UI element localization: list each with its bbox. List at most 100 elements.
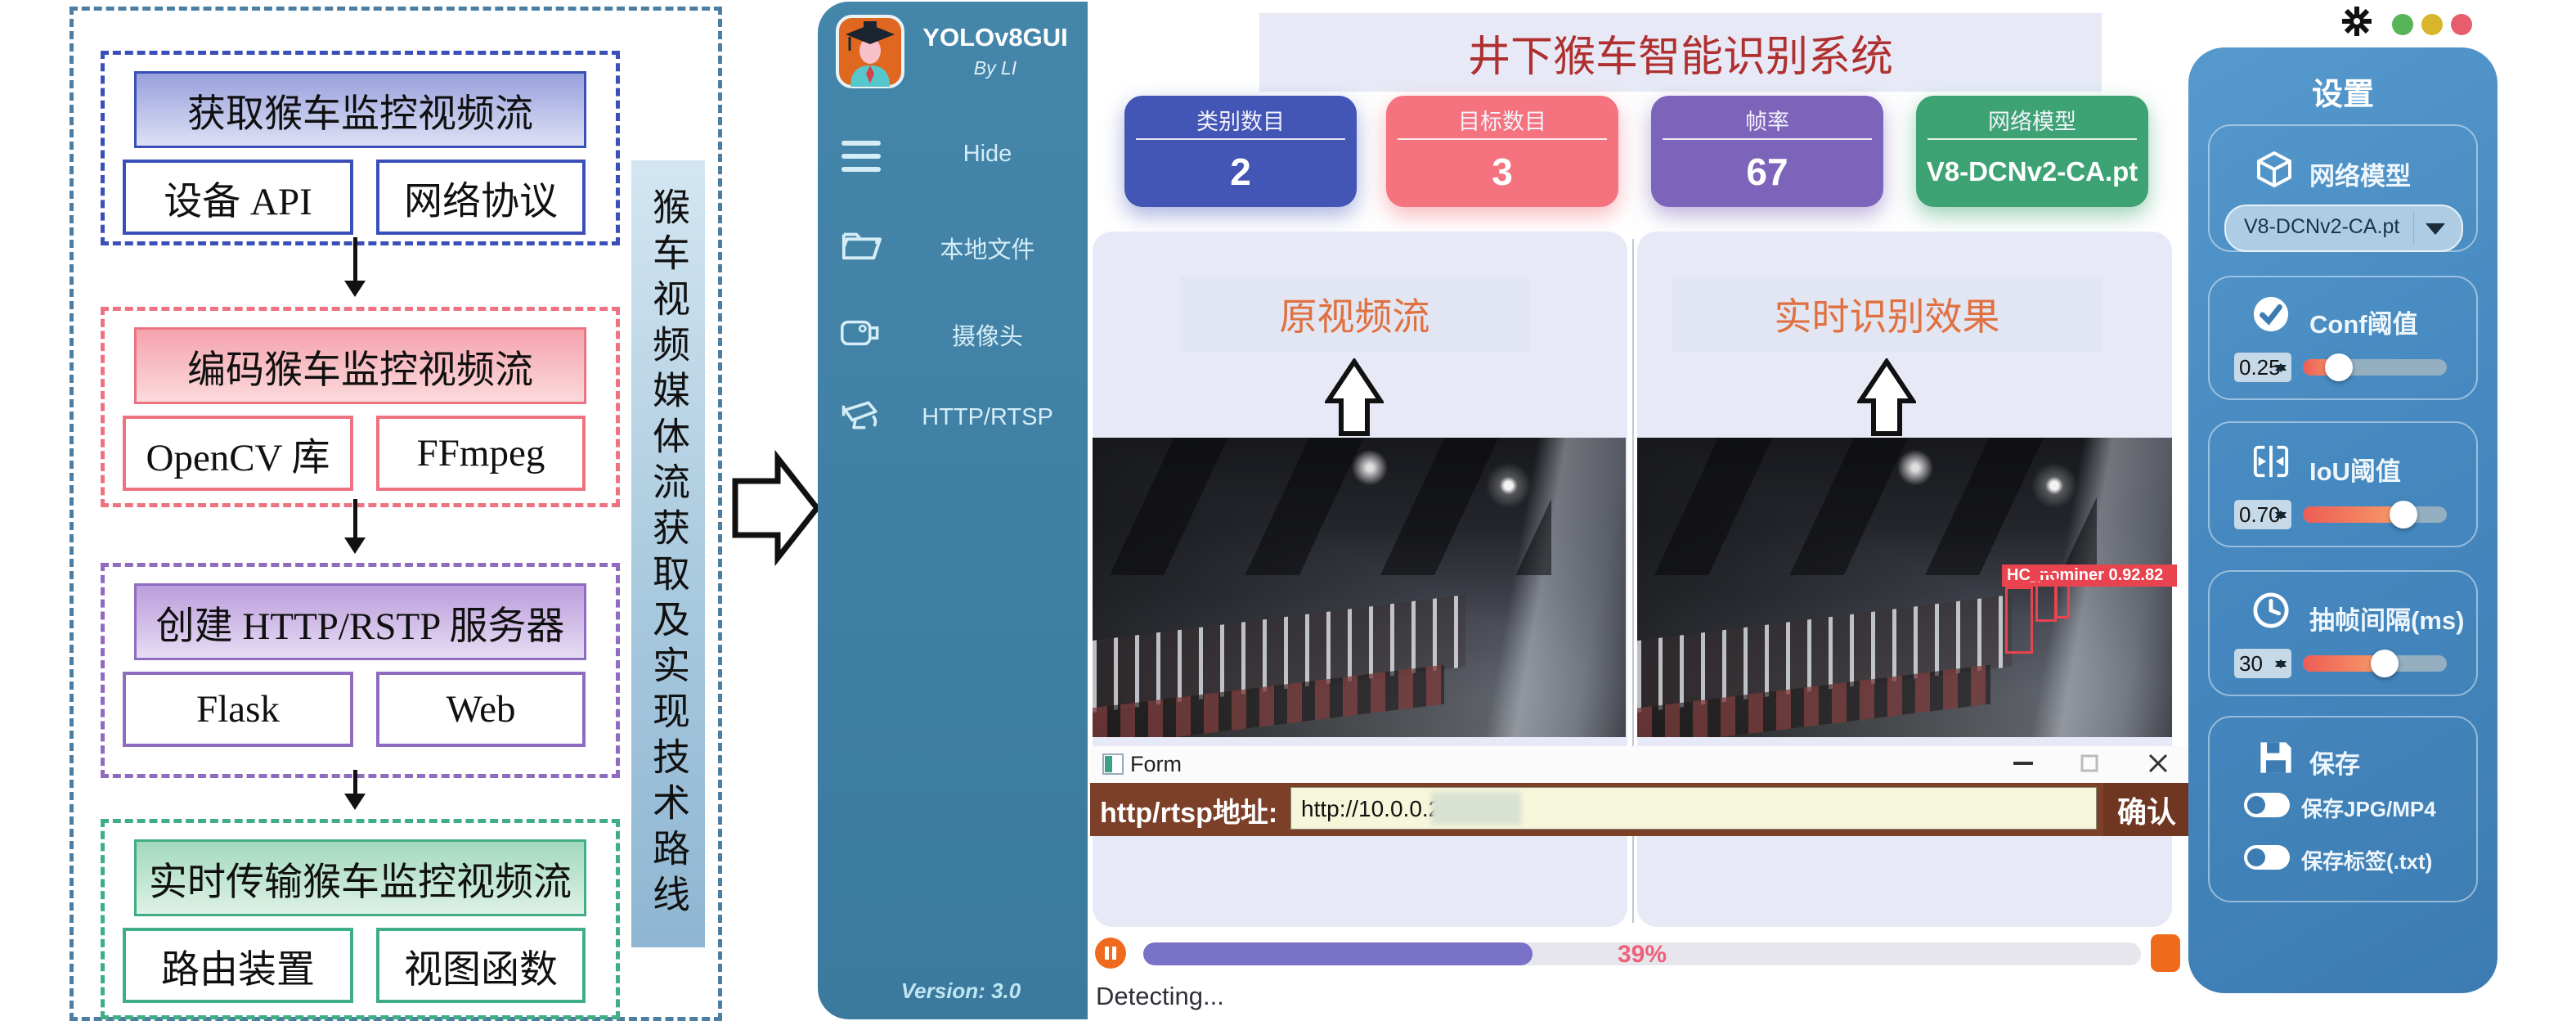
stat-card-targets: 目标数目 3 [1386,96,1618,207]
close-icon[interactable] [2147,753,2169,774]
toggle-knob [2247,848,2265,866]
save-icon [2257,739,2295,776]
screenshot: 猴车视频媒体流获取及实现技术路线 获取猴车监控视频流 设备 API 网络协议 编… [0,0,2576,1021]
stat-value: V8-DCNv2-CA.pt [1916,156,2148,187]
flowchart-item: FFmpeg [376,416,586,491]
stat-label: 网络模型 [1916,104,2148,136]
interval-slider[interactable] [2303,655,2447,672]
maximize-icon[interactable] [2080,754,2098,772]
confirm-button[interactable]: 确认 [2103,783,2190,836]
spin-down-icon[interactable] [2275,661,2287,674]
save-labels-label: 保存标签(.txt) [2301,845,2432,875]
stat-value: 3 [1386,150,1618,194]
stat-card-classes: 类别数目 2 [1124,96,1357,207]
stat-divider [1398,138,1607,140]
minimize-icon[interactable] [2012,759,2035,767]
settings-group-interval: 抽帧间隔(ms) 30 [2208,570,2478,696]
interval-label: 抽帧间隔(ms) [2309,600,2464,636]
settings-group-conf: Conf阈值 0.25 [2208,276,2478,400]
dropdown-separator [2413,211,2414,245]
save-labels-toggle[interactable] [2244,845,2290,870]
flowchart-group-title: 获取猴车监控视频流 [134,71,586,148]
flowchart-item: 视图函数 [376,928,586,1003]
settings-group-save: 保存 保存JPG/MP4 保存标签(.txt) [2208,716,2478,902]
status-text: Detecting... [1096,982,1224,1011]
flowchart-side-label: 猴车视频媒体流获取及实现技术路线 [631,160,705,947]
sidebar-item-http-rtsp[interactable]: HTTP/RTSP [900,404,1075,431]
chevron-down-icon[interactable] [2426,223,2445,245]
flowchart-group-acquire: 获取猴车监控视频流 设备 API 网络协议 [101,51,620,245]
detection-bbox [2055,584,2070,618]
flowchart-item: OpenCV 库 [123,416,353,491]
progress-bar: 39% [1143,942,2141,965]
menu-icon[interactable] [841,136,882,177]
dialog-title: Form [1130,752,1182,777]
source-video-caption: 原视频流 [1180,277,1529,352]
cube-icon [2255,151,2293,188]
camera-icon[interactable] [841,313,882,353]
detection-bbox [2005,587,2033,654]
settings-group-model: 网络模型 V8-DCNv2-CA.pt [2208,124,2478,252]
iou-label: IoU阈值 [2309,451,2401,488]
flowchart-group-title: 实时传输猴车监控视频流 [134,839,586,916]
spin-down-icon[interactable] [2275,365,2287,378]
stat-card-fps: 帧率 67 [1651,96,1883,207]
source-video-frame [1093,438,1626,737]
folder-icon[interactable] [841,224,882,265]
url-field-label: http/rtsp地址: [1100,790,1277,830]
window-dot-yellow[interactable] [2421,14,2443,35]
progress-percent: 39% [1143,941,2141,969]
window-dot-green[interactable] [2392,14,2413,35]
sidebar-item-local-file[interactable]: 本地文件 [900,231,1075,265]
flowchart-arrow-down [353,499,357,550]
model-label: 网络模型 [2309,155,2411,192]
flowchart-arrow-down [353,770,357,806]
model-dropdown-value: V8-DCNv2-CA.pt [2244,215,2399,239]
settings-title: 设置 [2188,69,2497,114]
iou-slider-thumb[interactable] [2390,501,2417,528]
flowchart-group-stream: 实时传输猴车监控视频流 路由装置 视图函数 [101,819,620,1019]
iou-slider-fill [2303,506,2403,523]
interval-spinbox[interactable]: 30 [2234,649,2291,678]
avatar [836,15,904,88]
model-dropdown[interactable]: V8-DCNv2-CA.pt [2224,205,2463,252]
spin-down-icon[interactable] [2275,512,2287,525]
save-media-label: 保存JPG/MP4 [2301,793,2436,823]
interval-slider-thumb[interactable] [2371,650,2399,677]
page-title: 井下猴车智能识别系统 [1259,13,2102,92]
conf-slider-thumb[interactable] [2325,353,2353,381]
app-title: YOLOv8GUI [909,23,1081,52]
flowchart-item: 设备 API [123,160,353,235]
stat-divider [1663,138,1872,140]
interval-value: 30 [2239,651,2263,677]
conf-spinbox[interactable]: 0.25 [2234,353,2291,382]
flowchart-item: Flask [123,672,353,747]
stop-button[interactable] [2151,934,2180,972]
window-dot-red[interactable] [2451,14,2472,35]
conf-slider[interactable] [2303,359,2447,376]
stat-label: 帧率 [1651,104,1883,136]
cctv-icon[interactable] [841,398,882,439]
save-label: 保存 [2309,744,2360,780]
url-input[interactable]: http://10.0.0.29 [1290,787,2097,830]
flowchart-group-title: 编码猴车监控视频流 [134,327,586,404]
iou-spinbox[interactable]: 0.70 [2234,500,2291,529]
save-media-toggle[interactable] [2244,793,2290,817]
stat-value: 2 [1124,150,1357,194]
tunnel-ceiling [1637,438,2097,575]
clock-icon [2252,591,2290,629]
stat-label: 目标数目 [1386,104,1618,136]
pause-button[interactable] [1095,938,1126,969]
flowchart-item: Web [376,672,586,747]
redacted-text [1431,792,1521,825]
flowchart-arrow-down [353,237,357,293]
iou-slider[interactable] [2303,506,2447,523]
sidebar-item-webcam[interactable]: 摄像头 [900,317,1075,352]
flowchart-item: 网络协议 [376,160,586,235]
shrink-icon [2252,443,2290,480]
sidebar-item-hide[interactable]: Hide [900,141,1075,168]
result-video-caption: 实时识别效果 [1672,277,2103,352]
up-arrow-icon [1857,358,1916,437]
gear-icon[interactable] [2340,5,2373,38]
flowchart-group-server: 创建 HTTP/RSTP 服务器 Flask Web [101,563,620,778]
